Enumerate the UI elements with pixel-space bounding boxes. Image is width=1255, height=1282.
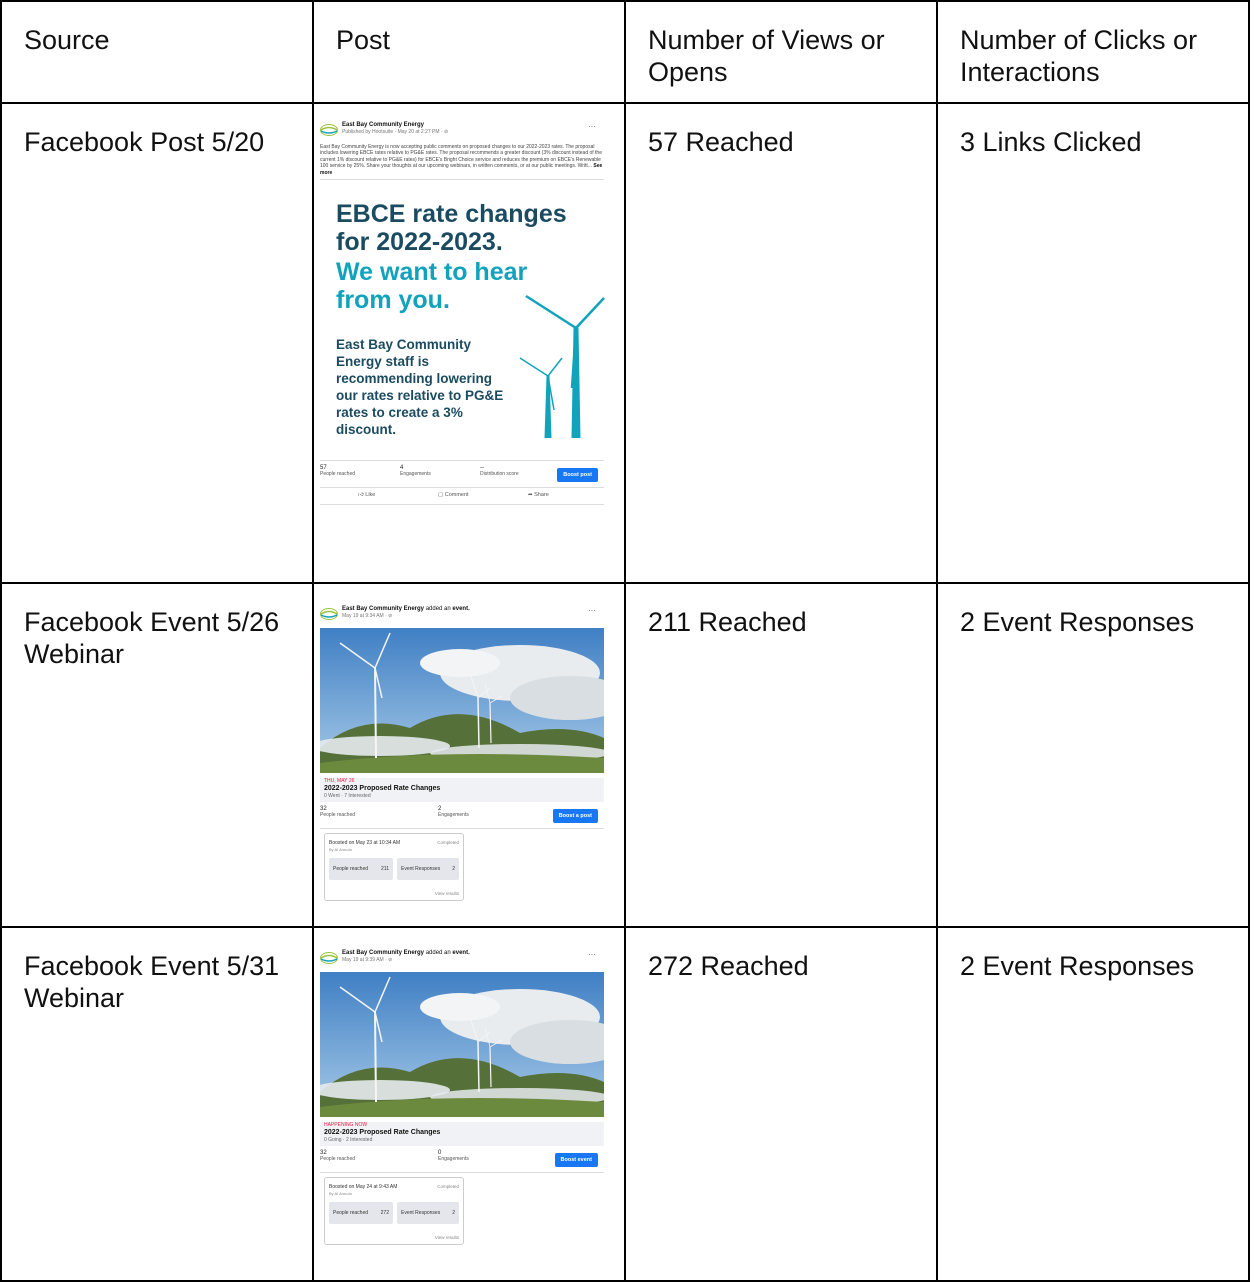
comment-button[interactable]: ▢ Comment bbox=[438, 492, 469, 498]
post-header: East Bay Community Energy added an event… bbox=[320, 950, 604, 972]
post-meta: May 19 at 9:39 AM · ⊘ bbox=[342, 957, 393, 963]
table-row: Facebook Post 5/20 East Bay Community En… bbox=[0, 102, 1250, 584]
event-title[interactable]: 2022-2023 Proposed Rate Changes bbox=[320, 1129, 604, 1136]
engagements-stat: 0 Engagements bbox=[438, 1150, 469, 1162]
table-row: Facebook Event 5/31 Webinar East Bay Com… bbox=[0, 926, 1250, 1282]
source-cell: Facebook Post 5/20 bbox=[0, 102, 314, 584]
boost-status: Completed bbox=[437, 1184, 459, 1189]
ebce-logo-icon bbox=[320, 952, 338, 964]
views-cell: 211 Reached bbox=[624, 582, 938, 928]
engagements-stat: 4 Engagements bbox=[400, 465, 431, 478]
post-cell: East Bay Community Energy Published by H… bbox=[312, 102, 626, 584]
boosted-on-text: Boosted on May 24 at 9:43 AM bbox=[329, 1184, 398, 1190]
post-graphic: EBCE rate changes for 2022-2023. We want… bbox=[320, 180, 605, 461]
post-header: East Bay Community Energy Published by H… bbox=[320, 122, 604, 144]
table-row: Facebook Event 5/26 Webinar East Bay Com… bbox=[0, 582, 1250, 928]
facebook-event-card: East Bay Community Energy added an event… bbox=[310, 606, 630, 901]
ebce-logo-icon bbox=[320, 124, 338, 136]
view-results-link[interactable]: View results bbox=[435, 891, 459, 896]
people-reached-stat: 57 People reached bbox=[320, 465, 356, 478]
post-stats: 57 People reached 4 Engagements -- Distribu… bbox=[320, 461, 604, 487]
globe-icon: ⊘ bbox=[388, 613, 393, 619]
report-table: Source Post Number of Views or Opens Num… bbox=[0, 0, 1250, 1282]
header-views: Number of Views or Opens bbox=[624, 0, 938, 104]
comment-icon: ▢ bbox=[438, 492, 444, 499]
header-post: Post bbox=[312, 0, 626, 104]
boosted-by-text: By Al Armola bbox=[329, 1191, 352, 1196]
event-title[interactable]: 2022-2023 Proposed Rate Changes bbox=[320, 785, 604, 792]
clicks-cell: 3 Links Clicked bbox=[936, 102, 1250, 584]
post-stats: 32 People reached 2 Engagements Boost a po… bbox=[320, 802, 604, 828]
people-reached-stat: 32 People reached bbox=[320, 1150, 356, 1162]
views-cell: 57 Reached bbox=[624, 102, 938, 584]
boost-a-post-button[interactable]: Boost a post bbox=[552, 809, 598, 823]
globe-icon: ⊘ bbox=[388, 957, 393, 963]
more-options-icon[interactable]: ··· bbox=[588, 950, 596, 959]
clicks-cell: 2 Event Responses bbox=[936, 926, 1250, 1282]
wind-farm-photo bbox=[310, 972, 630, 1117]
clicks-cell: 2 Event Responses bbox=[936, 582, 1250, 928]
event-attendance: 0 Went · 7 Interested bbox=[324, 793, 371, 799]
wind-turbine-icon bbox=[519, 294, 605, 439]
page-name[interactable]: East Bay Community Energy added an event… bbox=[342, 950, 470, 956]
header-clicks: Number of Clicks or Interactions bbox=[936, 0, 1250, 104]
post-meta: Published by Hootsuite · May 20 at 2:27 … bbox=[342, 129, 449, 135]
like-icon: 👍︎ bbox=[358, 492, 364, 499]
page-name[interactable]: East Bay Community Energy added an event… bbox=[342, 606, 470, 612]
post-cell: East Bay Community Energy added an event… bbox=[310, 582, 630, 928]
boost-summary: Boosted on May 24 at 9:43 AM By Al Armol… bbox=[324, 1177, 464, 1245]
view-results-link[interactable]: View results bbox=[435, 1235, 459, 1240]
source-cell: Facebook Event 5/26 Webinar bbox=[0, 582, 314, 928]
engagements-stat: 2 Engagements bbox=[438, 806, 469, 818]
people-reached-stat: 32 People reached bbox=[320, 806, 356, 818]
event-attendance: 0 Going · 2 Interested bbox=[324, 1137, 373, 1143]
post-header: East Bay Community Energy added an event… bbox=[320, 606, 604, 628]
boost-summary: Boosted on May 23 at 10:34 AM By Al Armo… bbox=[324, 833, 464, 901]
graphic-title: EBCE rate changes for 2022-2023. bbox=[336, 200, 567, 257]
header-row: Source Post Number of Views or Opens Num… bbox=[0, 0, 1250, 104]
people-reached-pill: People reached 272 bbox=[329, 1202, 393, 1224]
more-options-icon[interactable]: ··· bbox=[588, 122, 596, 131]
post-cell: East Bay Community Energy added an event… bbox=[310, 926, 630, 1282]
post-actions: 👍︎ Like ▢ Comment ➦ Share bbox=[320, 488, 604, 504]
wind-farm-photo bbox=[310, 628, 630, 773]
page-name[interactable]: East Bay Community Energy bbox=[342, 122, 424, 128]
facebook-event-card: East Bay Community Energy added an event… bbox=[310, 950, 630, 1245]
graphic-body: East Bay Community Energy staff is recom… bbox=[336, 337, 504, 438]
event-responses-pill: Event Responses 2 bbox=[397, 858, 459, 880]
boosted-on-text: Boosted on May 23 at 10:34 AM bbox=[329, 840, 401, 846]
boost-status: Completed bbox=[437, 840, 459, 845]
boosted-by-text: By Al Armola bbox=[329, 847, 352, 852]
event-info: HAPPENING NOW 2022-2023 Proposed Rate Ch… bbox=[320, 1122, 604, 1146]
share-button[interactable]: ➦ Share bbox=[528, 492, 549, 498]
boost-event-button[interactable]: Boost event bbox=[554, 1153, 598, 1167]
event-responses-pill: Event Responses 2 bbox=[397, 1202, 459, 1224]
people-reached-pill: People reached 211 bbox=[329, 858, 393, 880]
distribution-score-stat: -- Distribution score bbox=[480, 465, 519, 478]
share-icon: ➦ bbox=[528, 492, 533, 499]
post-stats: 32 People reached 0 Engagements Boost even… bbox=[320, 1146, 604, 1172]
post-body: East Bay Community Energy is now accepti… bbox=[320, 144, 603, 176]
ebce-logo-icon bbox=[320, 608, 338, 620]
like-button[interactable]: 👍︎ Like bbox=[358, 492, 375, 498]
facebook-post-card: East Bay Community Energy Published by H… bbox=[320, 122, 605, 506]
event-date: THU, MAY 26 bbox=[324, 778, 355, 784]
source-cell: Facebook Event 5/31 Webinar bbox=[0, 926, 314, 1282]
globe-icon: ⊘ bbox=[444, 129, 449, 135]
event-date: HAPPENING NOW bbox=[324, 1122, 368, 1128]
more-options-icon[interactable]: ··· bbox=[588, 606, 596, 615]
post-meta: May 19 at 9:34 AM · ⊘ bbox=[342, 613, 393, 619]
boost-post-button[interactable]: Boost post bbox=[557, 468, 598, 483]
header-source: Source bbox=[0, 0, 314, 104]
event-info: THU, MAY 26 2022-2023 Proposed Rate Chan… bbox=[320, 778, 604, 802]
views-cell: 272 Reached bbox=[624, 926, 938, 1282]
